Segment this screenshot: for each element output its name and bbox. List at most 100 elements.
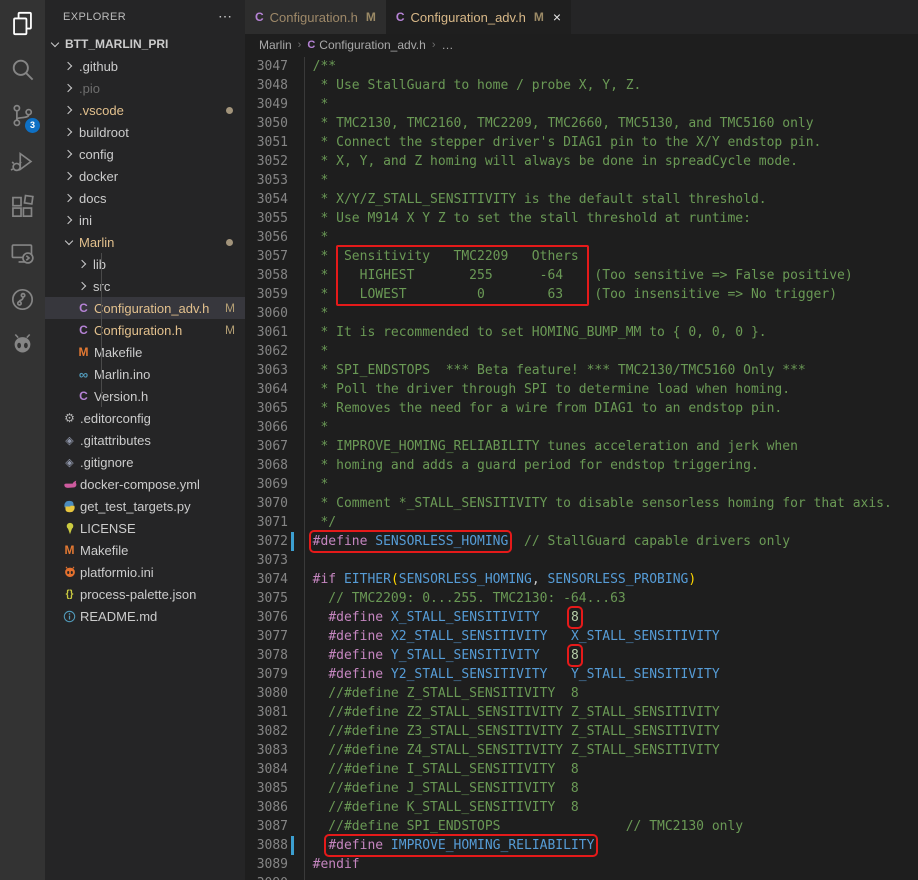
code-line-3056[interactable]: 3056 * — [245, 228, 918, 247]
more-actions-icon[interactable]: ⋯ — [218, 8, 233, 25]
code-line-3075[interactable]: 3075 // TMC2209: 0...255. TMC2130: -64..… — [245, 589, 918, 608]
code-line-3077[interactable]: 3077 #define X2_STALL_SENSITIVITY X_STAL… — [245, 627, 918, 646]
code-line-3079[interactable]: 3079 #define Y2_STALL_SENSITIVITY Y_STAL… — [245, 665, 918, 684]
line-number[interactable]: 3067 — [245, 437, 288, 456]
line-number[interactable]: 3090 — [245, 874, 288, 880]
tree-file-platformio-ini[interactable]: platformio.ini — [45, 561, 245, 583]
code-line-3047[interactable]: 3047 /** — [245, 57, 918, 76]
line-number[interactable]: 3048 — [245, 76, 288, 95]
platformio-icon[interactable] — [0, 322, 45, 368]
remote-explorer-icon[interactable] — [0, 230, 45, 276]
tree-folder-lib[interactable]: lib — [45, 253, 245, 275]
line-number[interactable]: 3062 — [245, 342, 288, 361]
tree-folder-config[interactable]: config — [45, 143, 245, 165]
line-number[interactable]: 3078 — [245, 646, 288, 665]
line-number[interactable]: 3061 — [245, 323, 288, 342]
code-line-3089[interactable]: 3089 #endif — [245, 855, 918, 874]
code-line-3064[interactable]: 3064 * Poll the driver through SPI to de… — [245, 380, 918, 399]
line-number[interactable]: 3059 — [245, 285, 288, 304]
tree-folder--pio[interactable]: .pio — [45, 77, 245, 99]
tree-file-readme-md[interactable]: README.md — [45, 605, 245, 627]
line-number[interactable]: 3057 — [245, 247, 288, 266]
tree-file-version-h[interactable]: CVersion.h — [45, 385, 245, 407]
code-line-3073[interactable]: 3073 — [245, 551, 918, 570]
line-number[interactable]: 3086 — [245, 798, 288, 817]
code-line-3070[interactable]: 3070 * Comment *_STALL_SENSITIVITY to di… — [245, 494, 918, 513]
line-number[interactable]: 3055 — [245, 209, 288, 228]
breadcrumb-item[interactable]: Marlin — [259, 38, 292, 52]
tree-file-get-test-targets-py[interactable]: get_test_targets.py — [45, 495, 245, 517]
tab-configuration-h[interactable]: CConfiguration.hM — [245, 0, 386, 34]
line-number[interactable]: 3073 — [245, 551, 288, 570]
code-line-3061[interactable]: 3061 * It is recommended to set HOMING_B… — [245, 323, 918, 342]
tree-folder--vscode[interactable]: .vscode — [45, 99, 245, 121]
line-number[interactable]: 3088 — [245, 836, 288, 855]
code-line-3067[interactable]: 3067 * IMPROVE_HOMING_RELIABILITY tunes … — [245, 437, 918, 456]
code-line-3053[interactable]: 3053 * — [245, 171, 918, 190]
code-line-3069[interactable]: 3069 * — [245, 475, 918, 494]
code-line-3071[interactable]: 3071 */ — [245, 513, 918, 532]
tree-file-makefile[interactable]: MMakefile — [45, 341, 245, 363]
code-line-3065[interactable]: 3065 * Removes the need for a wire from … — [245, 399, 918, 418]
line-number[interactable]: 3053 — [245, 171, 288, 190]
code-line-3058[interactable]: 3058 * HIGHEST 255 -64 (Too sensitive =>… — [245, 266, 918, 285]
line-number[interactable]: 3065 — [245, 399, 288, 418]
line-number[interactable]: 3070 — [245, 494, 288, 513]
tree-folder-marlin[interactable]: Marlin — [45, 231, 245, 253]
explorer-icon[interactable] — [0, 0, 45, 46]
line-number[interactable]: 3071 — [245, 513, 288, 532]
line-number[interactable]: 3047 — [245, 57, 288, 76]
code-line-3081[interactable]: 3081 //#define Z2_STALL_SENSITIVITY Z_ST… — [245, 703, 918, 722]
line-number[interactable]: 3066 — [245, 418, 288, 437]
code-line-3088[interactable]: 3088 #define IMPROVE_HOMING_RELIABILITY — [245, 836, 918, 855]
tree-file-configuration-h[interactable]: CConfiguration.hM — [45, 319, 245, 341]
line-number[interactable]: 3084 — [245, 760, 288, 779]
code-line-3063[interactable]: 3063 * SPI_ENDSTOPS *** Beta feature! **… — [245, 361, 918, 380]
code-line-3084[interactable]: 3084 //#define I_STALL_SENSITIVITY 8 — [245, 760, 918, 779]
code-line-3085[interactable]: 3085 //#define J_STALL_SENSITIVITY 8 — [245, 779, 918, 798]
tree-file--editorconfig[interactable]: ⚙.editorconfig — [45, 407, 245, 429]
code-line-3082[interactable]: 3082 //#define Z3_STALL_SENSITIVITY Z_ST… — [245, 722, 918, 741]
code-line-3051[interactable]: 3051 * Connect the stepper driver's DIAG… — [245, 133, 918, 152]
tree-file-configuration-adv-h[interactable]: CConfiguration_adv.hM — [45, 297, 245, 319]
code-line-3054[interactable]: 3054 * X/Y/Z_STALL_SENSITIVITY is the de… — [245, 190, 918, 209]
code-line-3090[interactable]: 3090 — [245, 874, 918, 880]
code-line-3080[interactable]: 3080 //#define Z_STALL_SENSITIVITY 8 — [245, 684, 918, 703]
code-line-3072[interactable]: 3072 #define SENSORLESS_HOMING // StallG… — [245, 532, 918, 551]
line-number[interactable]: 3080 — [245, 684, 288, 703]
extensions-icon[interactable] — [0, 184, 45, 230]
line-number[interactable]: 3072 — [245, 532, 288, 551]
line-number[interactable]: 3056 — [245, 228, 288, 247]
code-line-3060[interactable]: 3060 * — [245, 304, 918, 323]
code-line-3052[interactable]: 3052 * X, Y, and Z homing will always be… — [245, 152, 918, 171]
tree-file--gitignore[interactable]: ◈.gitignore — [45, 451, 245, 473]
run-debug-icon[interactable] — [0, 138, 45, 184]
code-line-3078[interactable]: 3078 #define Y_STALL_SENSITIVITY 8 — [245, 646, 918, 665]
line-number[interactable]: 3052 — [245, 152, 288, 171]
tree-file-license[interactable]: LICENSE — [45, 517, 245, 539]
code-line-3068[interactable]: 3068 * homing and adds a guard period fo… — [245, 456, 918, 475]
close-icon[interactable]: × — [553, 10, 561, 24]
line-number[interactable]: 3069 — [245, 475, 288, 494]
tree-folder-src[interactable]: src — [45, 275, 245, 297]
line-number[interactable]: 3089 — [245, 855, 288, 874]
line-number[interactable]: 3081 — [245, 703, 288, 722]
code-line-3057[interactable]: 3057 * Sensitivity TMC2209 Others — [245, 247, 918, 266]
tree-folder-docs[interactable]: docs — [45, 187, 245, 209]
line-number[interactable]: 3068 — [245, 456, 288, 475]
code-line-3087[interactable]: 3087 //#define SPI_ENDSTOPS // TMC2130 o… — [245, 817, 918, 836]
line-number[interactable]: 3083 — [245, 741, 288, 760]
tree-folder-btt-marlin-pri[interactable]: BTT_MARLIN_PRI — [45, 33, 245, 55]
tree-folder-buildroot[interactable]: buildroot — [45, 121, 245, 143]
code-line-3074[interactable]: 3074 #if EITHER(SENSORLESS_HOMING, SENSO… — [245, 570, 918, 589]
git-circle-icon[interactable] — [0, 276, 45, 322]
tree-folder-docker[interactable]: docker — [45, 165, 245, 187]
tree-file-process-palette-json[interactable]: {}process-palette.json — [45, 583, 245, 605]
tree-folder-ini[interactable]: ini — [45, 209, 245, 231]
line-number[interactable]: 3050 — [245, 114, 288, 133]
line-number[interactable]: 3075 — [245, 589, 288, 608]
tree-file-docker-compose-yml[interactable]: docker-compose.yml — [45, 473, 245, 495]
line-number[interactable]: 3076 — [245, 608, 288, 627]
tree-file-makefile[interactable]: MMakefile — [45, 539, 245, 561]
tree-folder--github[interactable]: .github — [45, 55, 245, 77]
